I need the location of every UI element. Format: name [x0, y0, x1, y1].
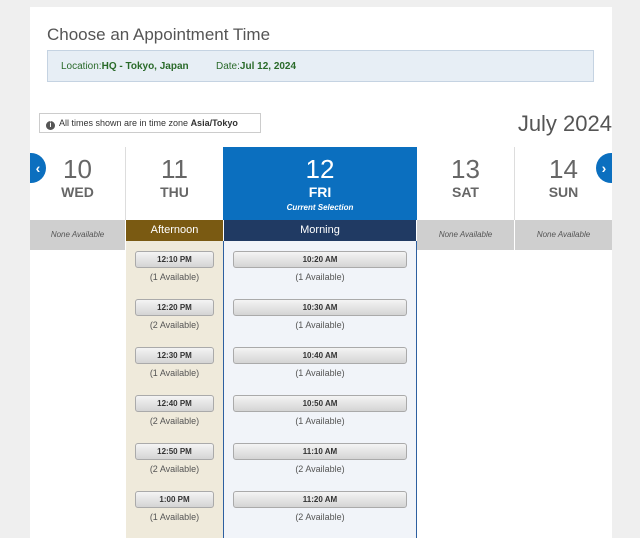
section-afternoon-header: Afternoon — [126, 220, 223, 241]
slot-availability: (1 Available) — [149, 512, 200, 522]
timezone-notice: i All times shown are in time zone Asia/T… — [39, 113, 261, 133]
slot-button[interactable]: 10:50 AM — [233, 395, 407, 412]
month-label: July 2024 — [517, 111, 612, 136]
slot-button[interactable]: 12:20 PM — [135, 299, 214, 316]
slot-button[interactable]: 10:40 AM — [233, 347, 407, 364]
slot-button[interactable]: 10:20 AM — [233, 251, 407, 268]
slot-availability: (1 Available) — [295, 368, 345, 378]
thu-slots-column: 12:10 PM (1 Available) 12:20 PM (2 Avail… — [126, 241, 223, 538]
slot-button[interactable]: 1:00 PM — [135, 491, 214, 508]
page-title: Choose an Appointment Time — [47, 25, 271, 44]
date-value: Jul 12, 2024 — [239, 61, 297, 72]
slot-availability: (1 Available) — [295, 272, 345, 282]
timezone-text: All times shown are in time zone — [59, 118, 191, 128]
slot-availability: (2 Available) — [149, 320, 200, 330]
day-number: 13 — [451, 154, 480, 184]
date-label: Date: — [216, 61, 240, 72]
day-sat[interactable]: 13 SAT — [417, 147, 514, 220]
location-info: Location:HQ - Tokyo, Japan — [61, 61, 189, 72]
date-info: Date:Jul 12, 2024 — [216, 61, 296, 72]
location-label: Location: — [61, 61, 102, 72]
location-value: HQ - Tokyo, Japan — [101, 61, 189, 72]
timezone-zone: Asia/Tokyo — [190, 118, 238, 128]
day-of-week: SAT — [452, 184, 479, 200]
day-number: 11 — [161, 154, 188, 184]
info-icon: i — [46, 121, 55, 130]
day-fri-selected[interactable]: 12 FRI Current Selection — [223, 147, 417, 220]
slot-availability: (2 Available) — [149, 464, 200, 474]
day-sun[interactable]: 14 SUN — [515, 147, 612, 220]
slot-availability: (2 Available) — [295, 464, 345, 474]
slot-availability: (1 Available) — [295, 320, 345, 330]
slot-button[interactable]: 12:50 PM — [135, 443, 214, 460]
slot-availability: (1 Available) — [295, 416, 345, 426]
slot-button[interactable]: 10:30 AM — [233, 299, 407, 316]
fri-slots-column: 10:20 AM (1 Available) 10:30 AM (1 Avail… — [223, 241, 417, 538]
day-of-week: FRI — [308, 184, 332, 200]
day-number: 12 — [305, 154, 335, 184]
slot-availability: (1 Available) — [149, 272, 200, 282]
slot-availability: (1 Available) — [149, 368, 200, 378]
slot-button[interactable]: 12:40 PM — [135, 395, 214, 412]
slot-button[interactable]: 11:20 AM — [233, 491, 407, 508]
slot-button[interactable]: 12:10 PM — [135, 251, 214, 268]
slot-availability: (2 Available) — [149, 416, 200, 426]
appointment-info-bar: Location:HQ - Tokyo, Japan Date:Jul 12, … — [47, 50, 594, 82]
none-available-sun: None Available — [515, 220, 612, 250]
day-of-week: THU — [160, 184, 189, 200]
none-available-sat: None Available — [417, 220, 514, 250]
appointment-card: Choose an Appointment Time Location:HQ -… — [30, 7, 612, 538]
day-thu[interactable]: 11 THU — [126, 147, 223, 220]
day-of-week: SUN — [548, 184, 579, 200]
section-morning-header: Morning — [224, 220, 416, 241]
day-wed[interactable]: 10 WED — [30, 147, 125, 220]
slot-availability: (2 Available) — [295, 512, 345, 522]
slot-button[interactable]: 12:30 PM — [135, 347, 214, 364]
day-of-week: WED — [61, 184, 94, 200]
slot-button[interactable]: 11:10 AM — [233, 443, 407, 460]
current-selection-note: Current Selection — [286, 203, 354, 212]
none-available-wed: None Available — [30, 220, 125, 250]
